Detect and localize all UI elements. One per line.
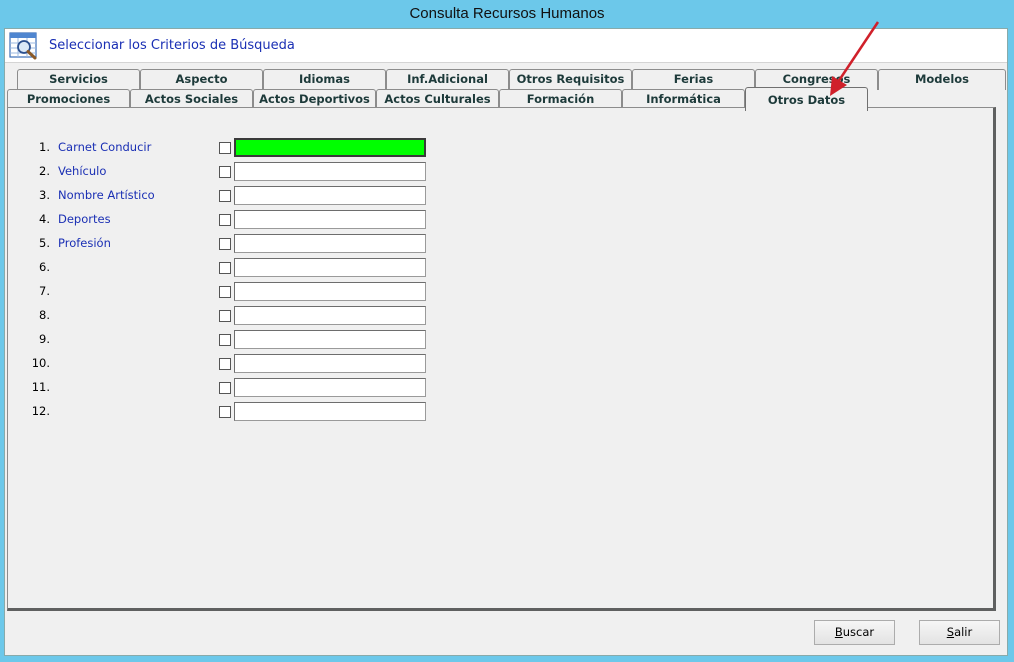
tab-panel-otros-datos: 1. Carnet Conducir 2. Vehículo 3. Nombre Artí…: [7, 107, 996, 611]
row-input[interactable]: [234, 234, 426, 253]
row-checkbox[interactable]: [219, 358, 231, 370]
exit-button-accel: S: [946, 625, 955, 639]
row-number: 1.: [39, 140, 50, 154]
row-checkbox[interactable]: [219, 334, 231, 346]
search-button-label: uscar: [842, 625, 875, 639]
row-input[interactable]: [234, 186, 426, 205]
row-label: Carnet Conducir: [58, 140, 152, 154]
row-number: 5.: [39, 236, 50, 250]
search-button-accel: B: [834, 625, 843, 639]
row-input[interactable]: [234, 258, 426, 277]
tab-ferias[interactable]: Ferias: [632, 69, 755, 90]
row-number: 11.: [31, 380, 50, 394]
row-input[interactable]: [234, 402, 426, 421]
search-grid-icon: [9, 32, 37, 60]
row-number: 9.: [39, 332, 50, 346]
row-input[interactable]: [234, 210, 426, 229]
row-checkbox[interactable]: [219, 214, 231, 226]
row-label: Vehículo: [58, 164, 107, 178]
row-checkbox[interactable]: [219, 190, 231, 202]
tab-idiomas[interactable]: Idiomas: [263, 69, 386, 90]
row-checkbox[interactable]: [219, 166, 231, 178]
annotation-arrow-icon: [830, 21, 880, 96]
row-input[interactable]: [234, 378, 426, 397]
row-number: 8.: [39, 308, 50, 322]
main-window: Seleccionar los Criterios de Búsqueda Se…: [4, 28, 1008, 656]
row-number: 2.: [39, 164, 50, 178]
row-checkbox[interactable]: [219, 238, 231, 250]
row-checkbox[interactable]: [219, 406, 231, 418]
row-input[interactable]: [234, 330, 426, 349]
row-input[interactable]: [234, 162, 426, 181]
exit-button[interactable]: Salir: [919, 620, 1000, 645]
row-number: 10.: [31, 356, 50, 370]
row-input[interactable]: [234, 138, 426, 157]
row-checkbox[interactable]: [219, 382, 231, 394]
search-button[interactable]: Buscar: [814, 620, 895, 645]
row-number: 6.: [39, 260, 50, 274]
row-number: 4.: [39, 212, 50, 226]
tab-otros-requisitos[interactable]: Otros Requisitos: [509, 69, 632, 90]
row-input[interactable]: [234, 306, 426, 325]
tab-servicios[interactable]: Servicios: [17, 69, 140, 90]
row-label: Nombre Artístico: [58, 188, 155, 202]
row-label: Profesión: [58, 236, 111, 250]
row-number: 12.: [31, 404, 50, 418]
criteria-title: Seleccionar los Criterios de Búsqueda: [49, 38, 295, 53]
row-checkbox[interactable]: [219, 310, 231, 322]
exit-button-label: alir: [954, 625, 973, 639]
row-input[interactable]: [234, 354, 426, 373]
tab-inf-adicional[interactable]: Inf.Adicional: [386, 69, 509, 90]
row-checkbox[interactable]: [219, 286, 231, 298]
row-label: Deportes: [58, 212, 111, 226]
tab-modelos[interactable]: Modelos: [878, 69, 1006, 90]
row-number: 3.: [39, 188, 50, 202]
row-checkbox[interactable]: [219, 142, 231, 154]
row-input[interactable]: [234, 282, 426, 301]
row-number: 7.: [39, 284, 50, 298]
tab-aspecto[interactable]: Aspecto: [140, 69, 263, 90]
row-checkbox[interactable]: [219, 262, 231, 274]
